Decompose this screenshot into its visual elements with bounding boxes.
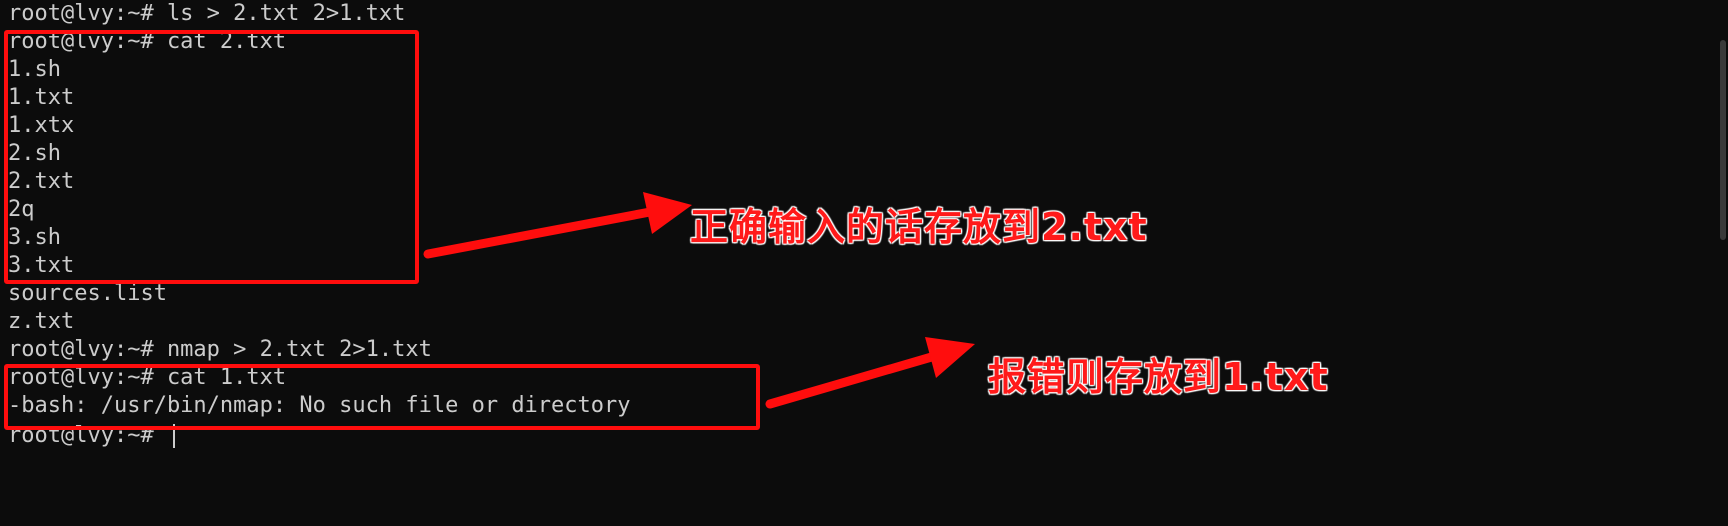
vertical-scrollbar[interactable]: [1714, 0, 1728, 526]
stderr-annotation-label: 报错则存放到1.txt: [988, 355, 1329, 399]
arrow-icon: [423, 192, 692, 259]
arrow-icon: [765, 337, 975, 409]
annotation-arrows: [423, 192, 975, 409]
scrollbar-thumb[interactable]: [1720, 40, 1726, 240]
stdout-annotation-label: 正确输入的话存放到2.txt: [690, 205, 1148, 249]
